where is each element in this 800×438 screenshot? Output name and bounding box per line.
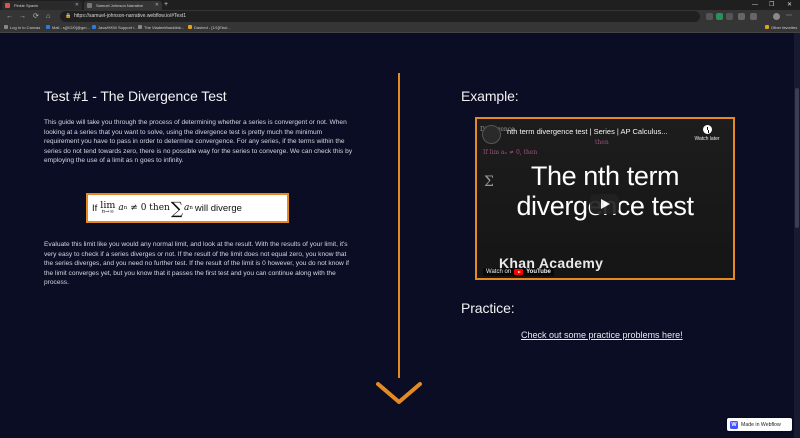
bookmark-icon: [46, 25, 50, 29]
video-embed[interactable]: Divergence If lim aₙ ≠ 0, then then Σ nt…: [475, 117, 735, 280]
scrollbar-thumb[interactable]: [795, 88, 799, 228]
bookmark-icon: [138, 25, 142, 29]
address-bar[interactable]: 🔒 https://samuel-johnson-narrative.webfl…: [60, 11, 700, 22]
extension-icon[interactable]: [726, 13, 733, 20]
divergence-formula: If lim n→∞ an ≠ 0 then ∑ an will diverge: [86, 193, 289, 223]
made-in-webflow-badge[interactable]: W Made in Webflow: [727, 418, 792, 431]
play-button[interactable]: [590, 194, 619, 214]
bookmark-item[interactable]: Java/HKW Support /...: [92, 23, 138, 32]
formula-limit: lim n→∞: [100, 200, 115, 216]
watch-on-youtube-button[interactable]: Watch on YouTube: [483, 268, 554, 276]
extension-icon[interactable]: [706, 13, 713, 20]
watch-later-label: Watch later: [694, 136, 720, 142]
video-title[interactable]: nth term divergence test | Series | AP C…: [507, 127, 668, 136]
close-window-icon[interactable]: ✕: [787, 0, 792, 10]
youtube-label: YouTube: [526, 269, 551, 275]
clock-icon: [702, 125, 712, 134]
toolbar: ← → ⟳ ⌂ 🔒 https://samuel-johnson-narrati…: [0, 10, 800, 23]
tab-favicon: [5, 3, 10, 8]
bookmarks-bar: Log In to Canvas Mail - sj[0/2/0]@gm... …: [0, 23, 800, 33]
tab-title: Pinkie Spavin: [14, 3, 39, 8]
bookmark-icon: [92, 25, 96, 29]
bookmark-label: Log In to Canvas: [10, 25, 41, 30]
channel-avatar[interactable]: [482, 125, 501, 144]
lock-icon: 🔒: [65, 13, 72, 19]
bookmark-item[interactable]: Mail - sj[0/2/0]@gm...: [46, 23, 90, 32]
maximize-icon[interactable]: ❐: [769, 0, 774, 10]
browser-chrome: Pinkie Spavin ✕ Samuel Johnson Narrative…: [0, 0, 800, 33]
bookmark-label: Dashed - [1/1]Ebol...: [194, 25, 231, 30]
collections-icon[interactable]: [750, 13, 757, 20]
thumbnail-title-line: The nth term: [530, 161, 680, 191]
tab-samuel-johnson[interactable]: Samuel Johnson Narrative ✕: [84, 1, 162, 10]
close-icon[interactable]: ✕: [75, 1, 79, 10]
forward-icon[interactable]: →: [19, 11, 26, 22]
webflow-icon: W: [730, 420, 738, 429]
bookmark-icon: [188, 25, 192, 29]
intro-paragraph: This guide will take you through the pro…: [44, 119, 353, 165]
tab-pinkie-spavin[interactable]: Pinkie Spavin ✕: [2, 1, 82, 10]
menu-icon[interactable]: ⋯: [786, 13, 793, 20]
youtube-icon: [514, 269, 524, 275]
section-heading: Test #1 - The Divergence Test: [44, 88, 227, 104]
extension-icon[interactable]: [716, 13, 723, 20]
watch-later-button[interactable]: Watch later: [689, 125, 725, 142]
thumbnail-scribble: If lim aₙ ≠ 0, then: [483, 149, 538, 156]
explanation-paragraph: Evaluate this limit like you would any n…: [44, 241, 349, 287]
formula-tail: will diverge: [194, 202, 242, 214]
tab-bar: Pinkie Spavin ✕ Samuel Johnson Narrative…: [0, 0, 800, 10]
bookmark-label: Java/HKW Support /...: [98, 25, 138, 30]
vertical-divider: [398, 73, 400, 378]
practice-problems-link[interactable]: Check out some practice problems here!: [521, 330, 683, 340]
formula-if: If: [92, 202, 98, 214]
bookmark-item-other-favorites[interactable]: Other favorites: [765, 23, 797, 32]
formula-neq: ≠ 0 then: [130, 203, 170, 213]
bookmark-item[interactable]: Dashed - [1/1]Ebol...: [188, 23, 230, 32]
scrollbar[interactable]: [794, 33, 800, 438]
favorites-icon[interactable]: [738, 13, 745, 20]
home-icon[interactable]: ⌂: [46, 11, 50, 22]
minimize-icon[interactable]: —: [752, 0, 758, 10]
formula-subscript-n: n: [189, 205, 193, 211]
url-text: https://samuel-johnson-narrative.webflow…: [74, 13, 187, 19]
bookmark-item[interactable]: Log In to Canvas: [4, 23, 40, 32]
chevron-down-icon[interactable]: [376, 378, 422, 408]
bookmark-label: Mail - sj[0/2/0]@gm...: [52, 25, 90, 30]
close-icon[interactable]: ✕: [155, 1, 159, 10]
thumbnail-scribble: then: [595, 139, 609, 146]
bookmark-label: Other favorites: [771, 25, 798, 30]
limit-subscript: n→∞: [101, 209, 115, 215]
reload-icon[interactable]: ⟳: [33, 11, 39, 22]
profile-avatar[interactable]: [773, 13, 780, 20]
bookmark-item[interactable]: The Vladeel/backlink...: [138, 23, 184, 32]
practice-heading: Practice:: [461, 300, 515, 316]
new-tab-button[interactable]: +: [164, 0, 168, 10]
page-content: Test #1 - The Divergence Test This guide…: [0, 33, 800, 438]
example-heading: Example:: [461, 88, 519, 104]
folder-icon: [765, 25, 769, 29]
back-icon[interactable]: ←: [6, 11, 13, 22]
tab-favicon: [87, 3, 92, 8]
webflow-badge-label: Made in Webflow: [741, 421, 781, 428]
bookmark-icon: [4, 25, 8, 29]
tab-title: Samuel Johnson Narrative: [96, 3, 144, 8]
sigma-symbol: ∑: [170, 198, 183, 219]
watch-on-label: Watch on: [486, 269, 512, 275]
bookmark-label: The Vladeel/backlink...: [144, 25, 185, 30]
formula-subscript-n: n: [123, 205, 128, 211]
